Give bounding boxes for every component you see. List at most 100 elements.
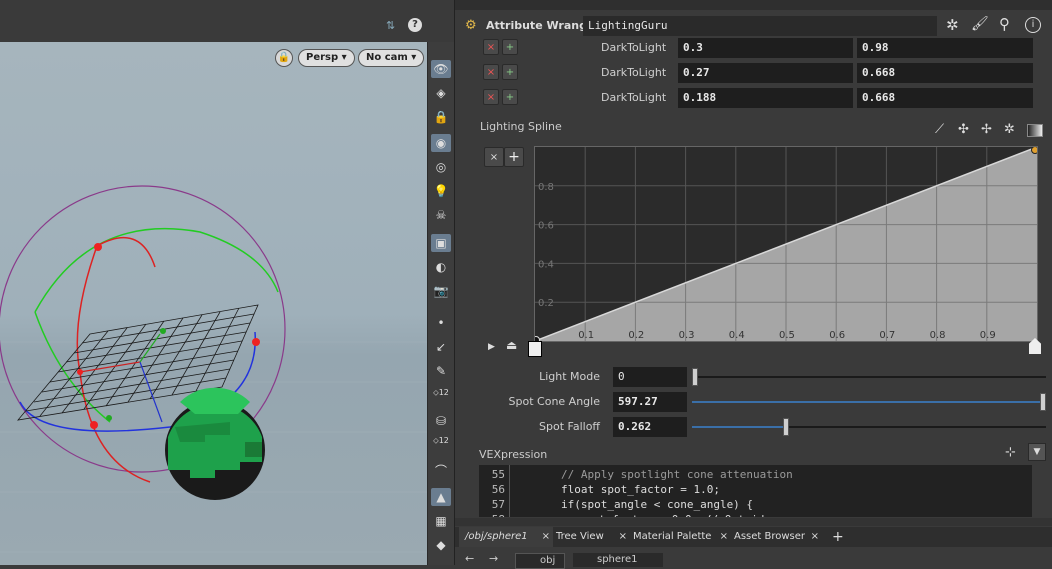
x-tick-label: 0.2 [628, 330, 644, 341]
brush-icon[interactable]: 🖌 [971, 16, 989, 32]
spot-cone-slider[interactable] [692, 392, 1046, 412]
spot-cone-field[interactable]: 597.27 [613, 392, 687, 412]
move-tool-icon[interactable]: ✣ [958, 122, 969, 137]
remove-row-button[interactable]: × [483, 89, 499, 105]
edge-icon[interactable]: ↙ [431, 338, 451, 356]
light-mode-slider[interactable] [692, 367, 1046, 387]
node-name-field[interactable]: LightingGuru [583, 16, 937, 36]
tab-tree-view[interactable]: Tree View × [550, 527, 630, 547]
slider-handle[interactable] [692, 368, 698, 386]
node-header: ⚙ Attribute Wrangle LightingGuru ✲ 🖌 ⚲ i [455, 12, 1052, 40]
shading-icon[interactable]: ◎ [431, 158, 451, 176]
search-icon[interactable]: ⚲ [999, 15, 1010, 33]
handle-dot[interactable] [90, 421, 98, 429]
spline-graph[interactable]: 0.1 0.2 0.3 0.4 0.5 0.6 0.7 0.8 0.9 0.2 0.4 0.6 0.8 [534, 146, 1038, 342]
gear-icon[interactable]: ✲ [946, 16, 959, 34]
light-mode-field[interactable]: 0 [613, 367, 687, 387]
slider-handle[interactable] [783, 418, 789, 436]
lock-icon[interactable]: 🔒 [431, 108, 451, 126]
tab-obj-sphere1[interactable]: /obj/sphere1 × [459, 527, 553, 547]
ramp-row-value2[interactable]: 0.98 [857, 38, 1033, 58]
curve-icon[interactable]: ⌒ [431, 462, 451, 480]
handle-dot[interactable] [252, 338, 260, 346]
add-point-button[interactable]: + [504, 147, 524, 167]
x-tick-label: 0.3 [679, 330, 695, 341]
brush-icon[interactable]: ✎ [431, 362, 451, 380]
path-node-label: sphere1 [597, 554, 638, 565]
close-icon[interactable]: × [542, 527, 550, 547]
spot-falloff-slider[interactable] [692, 417, 1046, 437]
close-icon[interactable]: × [720, 527, 728, 547]
forward-arrow-icon[interactable]: → [489, 552, 498, 565]
line-tool-icon[interactable]: ⟋ [935, 122, 944, 137]
texture-icon[interactable]: ▲ [431, 488, 451, 506]
y-tick-label: 0.6 [538, 221, 554, 232]
ramp-row-value1[interactable]: 0.3 [678, 38, 853, 58]
snap-tool-icon[interactable]: ✢ [981, 122, 992, 137]
handle-dot[interactable] [106, 415, 112, 421]
y-tick-label: 0.8 [538, 182, 554, 193]
bucket-icon[interactable]: ⛁ [431, 412, 451, 430]
handle-dot[interactable] [94, 243, 102, 251]
handle-dot[interactable] [160, 328, 166, 334]
ramp-row-value2[interactable]: 0.668 [857, 88, 1033, 108]
path-obj-button[interactable]: obj [515, 553, 565, 569]
object-icon[interactable]: ◆ [431, 536, 451, 554]
display-options-icon[interactable]: ⇅ [386, 19, 402, 32]
point-icon[interactable]: • [431, 314, 451, 332]
handle-dot[interactable] [77, 369, 83, 375]
scene-viewport[interactable]: ? ⇅ 🔒 Persp ▾ No cam ▾ [0, 0, 427, 565]
key-icon[interactable]: ⏏ [506, 338, 517, 352]
ramp-row: × + DarkToLight 0.3 0.98 [455, 37, 1052, 59]
slider-handle[interactable] [1040, 393, 1046, 411]
spline-gear-icon[interactable]: ✲ [1004, 122, 1015, 137]
vex-menu-icon[interactable]: ▼ [1028, 443, 1046, 461]
tab-material-palette[interactable]: Material Palette × [627, 527, 731, 547]
expand-arrow-icon[interactable]: ▶ [488, 342, 495, 352]
scene-geometry[interactable] [0, 42, 427, 565]
numbered-tool-icon[interactable]: ⬦12 [431, 436, 451, 454]
path-obj-label: obj [540, 555, 556, 566]
ramp-row-value2[interactable]: 0.668 [857, 63, 1033, 83]
insert-row-button[interactable]: + [502, 89, 518, 105]
light-bulb-icon[interactable]: 💡 [431, 182, 451, 200]
back-arrow-icon[interactable]: ← [465, 552, 474, 565]
tab-label: Asset Browser [734, 531, 806, 542]
spline-point-selected[interactable] [1031, 147, 1038, 154]
numbered-tool-icon[interactable]: ⬦12 [431, 388, 451, 406]
pane-resize-bar[interactable] [455, 518, 1052, 526]
add-tab-button[interactable]: + [826, 527, 848, 547]
sphere-object[interactable] [165, 387, 265, 500]
skull-icon[interactable]: ☠ [431, 206, 451, 224]
view-tool-icon[interactable]: 👁 [431, 60, 451, 78]
slider-track[interactable] [692, 376, 1046, 378]
close-icon[interactable]: × [811, 527, 819, 547]
vex-code-editor[interactable]: 55 // Apply spotlight cone attenuation 56 f… [479, 465, 1032, 517]
close-icon[interactable]: × [619, 527, 627, 547]
spline-graph-svg[interactable]: 0.1 0.2 0.3 0.4 0.5 0.6 0.7 0.8 0.9 0.2 0.4 0.6 0.8 [535, 147, 1037, 341]
scene-view-icon[interactable]: ◈ [431, 84, 451, 102]
camera-icon[interactable]: 📷 [431, 282, 451, 300]
spot-falloff-field[interactable]: 0.262 [613, 417, 687, 437]
vex-add-icon[interactable]: ⊹ [1005, 445, 1016, 460]
remove-row-button[interactable]: × [483, 39, 499, 55]
x-tick-label: 0.4 [729, 330, 745, 341]
gradient-view-icon[interactable] [1027, 124, 1043, 137]
eye-visibility-icon[interactable]: ◐ [431, 258, 451, 276]
ghost-icon[interactable]: ◉ [431, 134, 451, 152]
insert-row-button[interactable]: + [502, 39, 518, 55]
tab-asset-browser[interactable]: Asset Browser × [728, 527, 822, 547]
remove-point-button[interactable]: × [484, 147, 504, 167]
checker-icon[interactable]: ▦ [431, 512, 451, 530]
info-icon[interactable]: i [1025, 17, 1041, 33]
rotate-handle-green[interactable] [34, 228, 279, 313]
slider-fill [692, 401, 1046, 403]
camera-snap-icon[interactable]: ▣ [431, 234, 451, 252]
insert-row-button[interactable]: + [502, 64, 518, 80]
remove-row-button[interactable]: × [483, 64, 499, 80]
ramp-start-handle[interactable] [528, 341, 542, 357]
rotate-handle-red[interactable] [96, 237, 156, 268]
ramp-row-value1[interactable]: 0.188 [678, 88, 853, 108]
ramp-row-value1[interactable]: 0.27 [678, 63, 853, 83]
help-icon[interactable]: ? [408, 18, 422, 32]
